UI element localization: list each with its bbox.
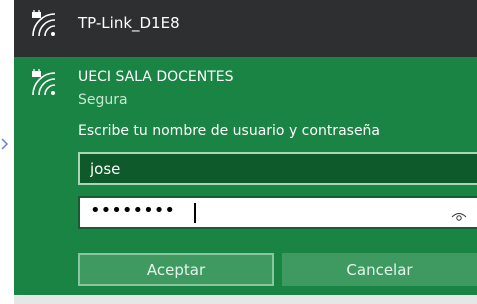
wifi-secured-icon bbox=[30, 7, 60, 46]
cancel-button[interactable]: Cancelar bbox=[282, 253, 477, 286]
password-mask: •••••••• bbox=[90, 200, 175, 221]
credentials-prompt: Escribe tu nombre de usuario y contraseñ… bbox=[78, 123, 381, 139]
password-input[interactable]: •••••••• bbox=[78, 196, 477, 229]
wifi-secured-icon bbox=[30, 66, 60, 105]
network-item-ueci: UECI SALA DOCENTES Segura Escribe tu nom… bbox=[14, 57, 477, 295]
network-name: UECI SALA DOCENTES bbox=[78, 69, 234, 85]
bottom-divider bbox=[14, 295, 477, 304]
network-security-status: Segura bbox=[78, 92, 128, 108]
accept-button[interactable]: Aceptar bbox=[78, 253, 274, 286]
network-name: TP-Link_D1E8 bbox=[78, 14, 180, 32]
pointer-arrow-icon bbox=[0, 136, 10, 150]
text-caret bbox=[194, 203, 196, 223]
wifi-network-list: TP-Link_D1E8 UECI SALA DOCENTES Segura E… bbox=[14, 0, 477, 295]
username-input[interactable] bbox=[78, 152, 477, 185]
network-item-tp-link[interactable]: TP-Link_D1E8 bbox=[14, 0, 477, 57]
reveal-password-eye-icon[interactable] bbox=[451, 207, 467, 226]
